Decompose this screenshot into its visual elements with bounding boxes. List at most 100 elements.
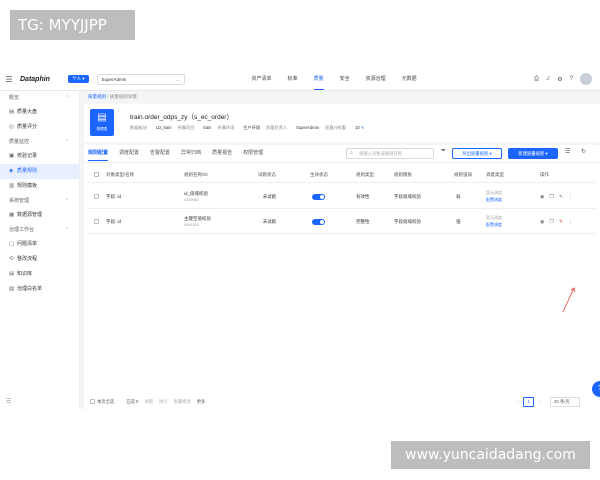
sidebar-item-quality-dashboard[interactable]: ▤ 质量大盘	[0, 105, 79, 120]
enabled-toggle[interactable]	[312, 193, 325, 200]
refresh-icon[interactable]: ↻	[581, 148, 586, 155]
search-input[interactable]: ⌕ 请输入对象或规则名称	[346, 148, 434, 159]
rule-id: 2646329	[184, 223, 199, 227]
sidebar-group-label: 系统管理	[9, 198, 30, 204]
edit-icon[interactable]: ✎	[559, 219, 563, 225]
bulk-run-button[interactable]: 执行	[159, 399, 168, 405]
issue-icon: ▢	[9, 241, 15, 247]
knowledge-icon: ▤	[9, 271, 15, 277]
top-icons: ⎙ ♫ ⚙ ?	[527, 73, 592, 85]
schedule-status: 暂无调度	[486, 190, 502, 195]
rule-name-cell: id_值域校验 4349982	[184, 185, 208, 208]
nav-item-security[interactable]: 安全	[340, 68, 350, 90]
project-select[interactable]: SuperAdmin ⌄	[96, 73, 185, 85]
sidebar-item-check-records[interactable]: ▣ 校验记录	[0, 149, 79, 164]
breadcrumb-parent[interactable]: 质量规则	[88, 94, 106, 99]
template-icon: ▥	[9, 183, 15, 189]
app-logo[interactable]: Dataphin	[20, 76, 62, 83]
sidebar-item-knowledge[interactable]: ▤ 知识库	[0, 267, 79, 282]
sidebar-item-whitelist[interactable]: ▧ 治理白名单	[0, 282, 79, 297]
sidebar-item-label: 知识库	[17, 271, 33, 277]
enabled-toggle[interactable]	[312, 218, 325, 225]
nav-item-metadata[interactable]: 元数据	[402, 68, 417, 90]
rule-name[interactable]: 主键空值校验	[184, 216, 211, 222]
avatar[interactable]	[580, 73, 592, 85]
bulk-more-button[interactable]: 更多	[197, 399, 206, 405]
table-row: 字段: id id_值域校验 4349982 ◌ 未试跑 有效性 字段值域校验 弱…	[88, 185, 595, 209]
schedule-cell: 暂无调度 配置调度	[486, 185, 502, 208]
menu-icon[interactable]: ☰	[2, 75, 16, 84]
scope-button[interactable]: 个人 ▾	[68, 75, 89, 83]
copy-icon[interactable]: ❐	[549, 194, 553, 200]
breadcrumb: 质量规则 / 质量规则详情	[88, 94, 137, 100]
sidebar-group-system[interactable]: 系统管理 ⌃	[0, 194, 79, 208]
sidebar-group-label: 治理工作台	[9, 227, 35, 233]
sidebar-group-overview[interactable]: 概览 ⌃	[0, 91, 79, 105]
more-icon[interactable]: ⋮	[568, 194, 573, 200]
sidebar-group-governance[interactable]: 治理工作台 ⌃	[0, 223, 79, 237]
bulk-edit-button[interactable]: 批量修改	[174, 399, 191, 405]
view-icon[interactable]: ◉	[540, 219, 544, 225]
meta-board: 数据板块 LD_train	[130, 125, 172, 130]
select-all-checkbox[interactable]	[94, 167, 99, 182]
sidebar-item-quality-rules[interactable]: ◈ 质量规则	[0, 164, 79, 179]
tab-alert-config[interactable]: 告警配置	[150, 145, 170, 161]
bulk-trial-button[interactable]: 试跑	[144, 399, 153, 405]
enabled-toggle-cell	[312, 185, 325, 208]
tool-icon[interactable]: ⚙	[557, 76, 562, 83]
configure-schedule-link[interactable]: 配置调度	[486, 222, 502, 228]
rule-name[interactable]: id_值域校验	[184, 191, 208, 197]
annotation-arrow	[562, 287, 576, 313]
select-page-checkbox[interactable]: 本页全选	[90, 399, 120, 405]
watermark-bottom: www.yuncaidadang.com	[391, 441, 590, 469]
tab-rule-config[interactable]: 规则配置	[88, 145, 109, 161]
export-rules-button[interactable]: 导出质量规则 ▾	[452, 148, 502, 159]
new-rule-button[interactable]: 新建质量规则 ▾	[508, 148, 558, 159]
help-icon[interactable]: ?	[570, 76, 573, 82]
sidebar-item-flow[interactable]: ⟲ 整改流程	[0, 252, 79, 267]
tab-schedule-config[interactable]: 调度配置	[119, 145, 139, 161]
download-icon[interactable]: ⎙	[534, 76, 539, 83]
configure-schedule-link[interactable]: 配置调度	[486, 197, 502, 203]
bell-icon[interactable]: ♫	[546, 76, 551, 82]
table-type-label: 物理表	[96, 127, 108, 131]
more-icon[interactable]: ⋮	[568, 219, 573, 225]
watermark-top: TG: MYYJJPP	[10, 10, 135, 40]
tab-quality-report[interactable]: 质量报告	[212, 145, 232, 161]
sidebar-item-issues[interactable]: ▢ 问题清单	[0, 237, 79, 252]
sidebar-item-rule-templates[interactable]: ▥ 规则模板	[0, 179, 79, 194]
row-actions: ◉ ❐ ✎ ⋮	[540, 185, 578, 208]
search-placeholder: 请输入对象或规则名称	[359, 151, 402, 156]
nav-item-standard[interactable]: 标准	[288, 68, 298, 90]
tab-exception-archive[interactable]: 异常归档	[181, 145, 201, 161]
rule-type: 有效性	[356, 193, 370, 199]
nav-item-resource-governance[interactable]: 资源治理	[366, 68, 386, 90]
nav-item-assets[interactable]: 资产清单	[252, 68, 272, 90]
page-button[interactable]: 1	[523, 397, 535, 407]
next-page-icon[interactable]: ›	[538, 399, 540, 405]
sidebar-group-monitoring[interactable]: 质量监控 ⌃	[0, 135, 79, 149]
edit-icon[interactable]: ✎	[559, 194, 563, 200]
edit-icon[interactable]: ✎	[361, 125, 365, 130]
list-view-icon[interactable]: ☰	[565, 148, 570, 155]
prev-page-icon[interactable]: ‹	[518, 399, 520, 405]
table-header: 对象类型/名称 规则名称/ID 试跑状态 生效状态 规则类型 规则模板 规则强弱…	[88, 167, 595, 183]
nav-item-quality[interactable]: 质量	[313, 68, 324, 90]
flow-icon: ⟲	[9, 256, 14, 262]
filter-icon[interactable]: ⏷	[441, 148, 446, 155]
col-actions: 操作	[540, 171, 549, 177]
tab-permissions[interactable]: 权限管理	[243, 145, 263, 161]
copy-icon[interactable]: ❐	[549, 219, 553, 225]
divider	[84, 162, 600, 163]
table-footer: 本页全选 已选 0 试跑 执行 批量修改 更多 ‹ 1 › 20 条/页	[84, 397, 600, 409]
row-checkbox[interactable]	[94, 210, 99, 233]
sidebar-item-label: 整改流程	[17, 256, 38, 262]
collapse-sidebar-icon[interactable]: ☰	[6, 398, 11, 405]
trial-status: 未试跑	[262, 218, 277, 224]
sidebar-item-datasource[interactable]: ▦ 数据源管理	[0, 208, 79, 223]
whitelist-icon: ▧	[9, 286, 15, 292]
sidebar-item-quality-score[interactable]: ◎ 质量评分	[0, 120, 79, 135]
view-icon[interactable]: ◉	[540, 194, 544, 200]
row-checkbox[interactable]	[94, 185, 99, 208]
per-page-select[interactable]: 20 条/页	[550, 397, 580, 407]
